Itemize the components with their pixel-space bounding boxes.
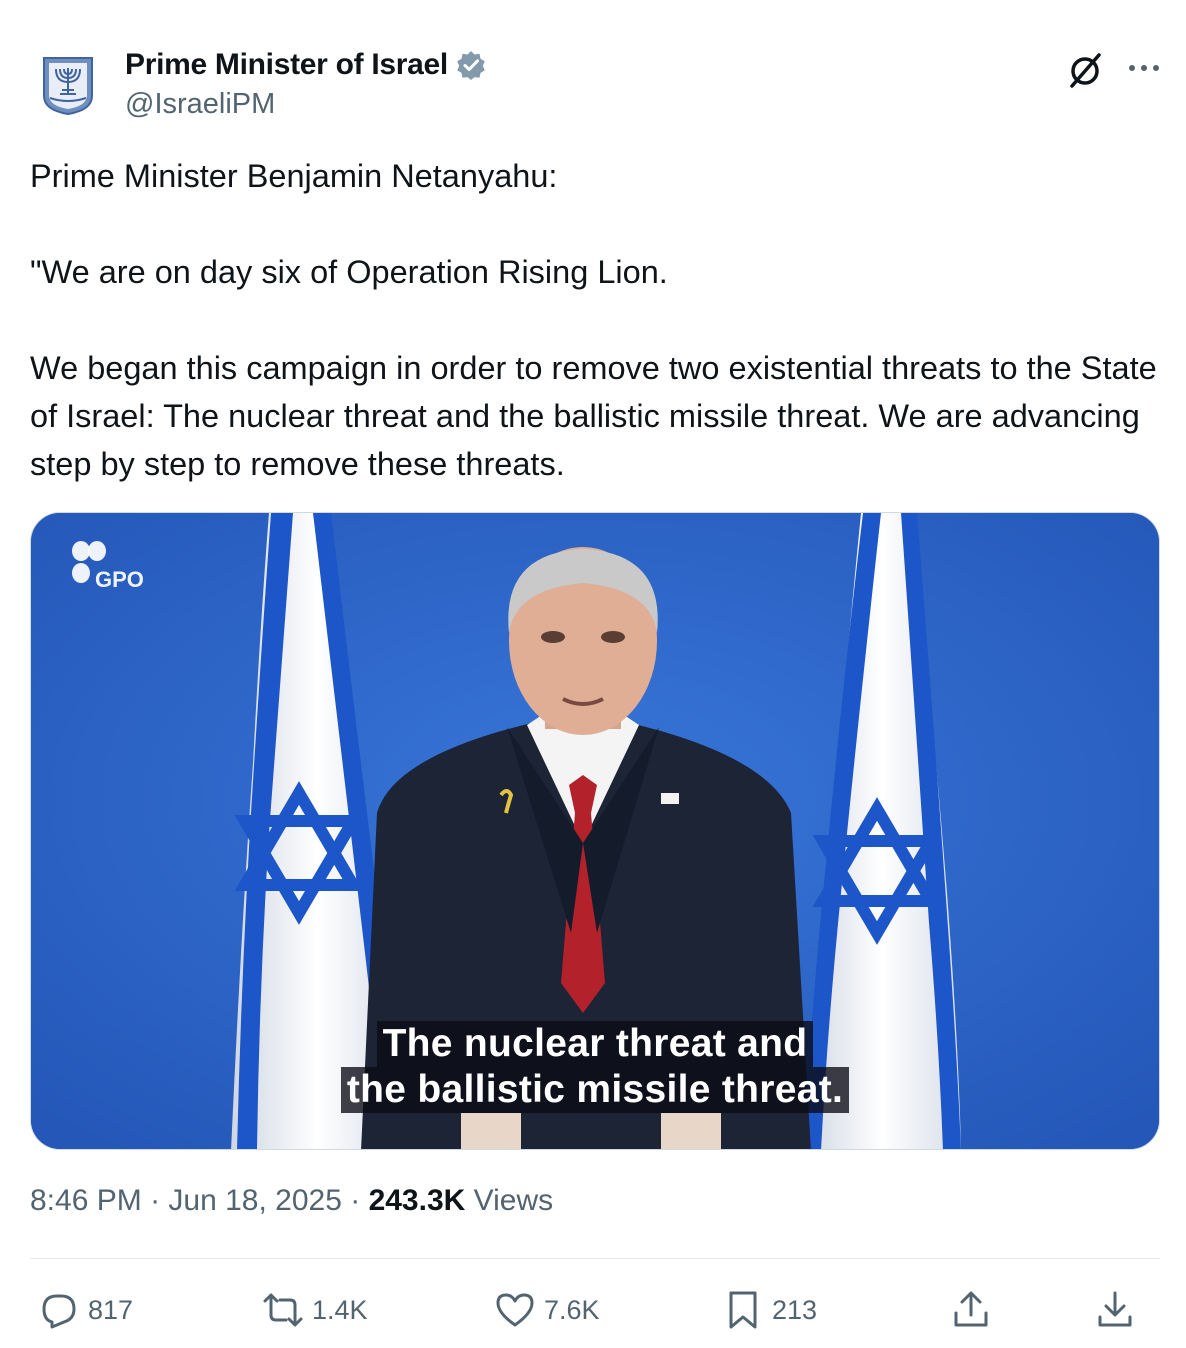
meta-separator: ·: [141, 1184, 169, 1217]
tweet-paragraph: Prime Minister Benjamin Netanyahu:: [30, 158, 558, 194]
tweet-text: Prime Minister Benjamin Netanyahu: "We a…: [30, 152, 1170, 488]
repost-count: 1.4K: [312, 1294, 368, 1325]
tweet-paragraph: "We are on day six of Operation Rising L…: [30, 254, 668, 290]
bookmark-count: 213: [772, 1294, 818, 1325]
repost-button[interactable]: 1.4K: [262, 1282, 368, 1338]
meta-separator: ·: [341, 1184, 369, 1217]
bookmark-icon: [729, 1291, 757, 1329]
download-icon: [1098, 1291, 1132, 1327]
tweet-paragraph: We began this campaign in order to remov…: [30, 350, 1166, 482]
action-bar: 817 1.4K 7.6K 213: [30, 1282, 1160, 1338]
grok-icon[interactable]: [1066, 50, 1106, 90]
tweet-header: Prime Minister of Israel @IsraeliPM: [30, 40, 1162, 130]
share-button[interactable]: [950, 1282, 992, 1338]
author-display-name[interactable]: Prime Minister of Israel: [125, 48, 448, 82]
verified-badge-icon[interactable]: [456, 50, 486, 80]
tweet-time[interactable]: 8:46 PM: [30, 1184, 142, 1218]
reply-icon: [42, 1294, 76, 1329]
repost-icon: [263, 1293, 303, 1327]
views-count[interactable]: 243.3K: [369, 1184, 466, 1218]
gpo-text: GPO: [95, 567, 144, 592]
share-icon: [954, 1291, 988, 1327]
video-subtitles: The nuclear threat and the ballistic mis…: [31, 1021, 1159, 1113]
tweet-meta: 8:46 PM · Jun 18, 2025 · 243.3K Views: [30, 1184, 553, 1218]
like-button[interactable]: 7.6K: [494, 1282, 600, 1338]
reply-count: 817: [88, 1294, 134, 1325]
author-name-row[interactable]: Prime Minister of Israel: [125, 46, 486, 84]
video-media[interactable]: GPO The nuclear threat and the ballistic…: [30, 512, 1160, 1150]
reply-button[interactable]: 817: [38, 1282, 133, 1338]
heart-icon: [496, 1293, 534, 1327]
emblem-avatar[interactable]: [40, 54, 96, 116]
download-button[interactable]: [1094, 1282, 1136, 1338]
more-icon[interactable]: [1126, 54, 1162, 82]
tweet-date[interactable]: Jun 18, 2025: [168, 1184, 341, 1218]
divider: [30, 1258, 1160, 1259]
gpo-watermark: GPO: [67, 539, 157, 595]
subtitle-line-1: The nuclear threat and: [376, 1021, 814, 1067]
author-handle[interactable]: @IsraeliPM: [125, 88, 275, 121]
like-count: 7.6K: [544, 1294, 600, 1325]
subtitle-line-2: the ballistic missile threat.: [340, 1067, 850, 1113]
views-label: Views: [465, 1184, 554, 1217]
bookmark-button[interactable]: 213: [722, 1282, 817, 1338]
